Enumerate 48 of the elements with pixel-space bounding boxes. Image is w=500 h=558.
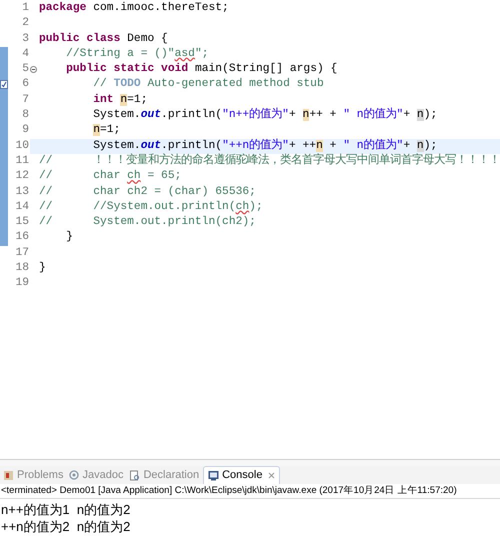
line-number: 4	[22, 46, 29, 62]
panel-tab[interactable]: Console	[203, 466, 280, 484]
line-number: 1	[22, 1, 29, 16]
line-number: 16	[15, 230, 29, 246]
console-output-line: n++的值为1 n的值为2	[1, 501, 132, 518]
code-line: }	[65, 231, 73, 244]
code-line: public static void main(String[] args) {	[65, 63, 338, 76]
line-number: 8	[22, 108, 29, 124]
panel-tab[interactable]: Problems	[1, 466, 66, 484]
code-line: System.out.println("n++的值为"+ n++ + " n的值为"+ n);	[92, 109, 438, 122]
console-status: <terminated> Demo01 [Java Application] C:\Work\Eclipse\jdk\bin\javaw.exe (2017年10月24日 上午11:57:20)	[1, 484, 457, 498]
close-icon[interactable]	[268, 472, 276, 479]
line-number: 18	[15, 261, 29, 276]
code-line: // char ch2 = (char) 65536;	[39, 186, 256, 198]
line-number: 6	[22, 77, 29, 92]
code-line: n=1;	[92, 124, 120, 136]
code-line: //String a = ()"asd";	[65, 48, 208, 60]
line-number: 13	[15, 184, 29, 200]
collapse-icon[interactable]	[30, 66, 37, 74]
code-line: }	[39, 262, 46, 274]
panel-tab[interactable]: Declaration	[127, 466, 202, 484]
line-number: 7	[22, 92, 29, 108]
panel-tab[interactable]: Javadoc	[67, 466, 126, 484]
line-number: 17	[15, 246, 29, 261]
line-number: 11	[15, 154, 29, 169]
code-line: int n=1;	[92, 94, 148, 106]
console-output-line: ++n的值为2 n的值为2	[1, 518, 132, 535]
line-number: 9	[22, 123, 29, 138]
monitor-icon	[208, 470, 220, 481]
code-line: // TODO Auto-generated method stub	[92, 78, 324, 90]
line-number: 15	[15, 215, 29, 230]
code-editor[interactable]	[0, 0, 500, 460]
code-line: System.out.println("++n的值为"+ ++n + " n的值为"+ n);	[92, 140, 438, 152]
document-icon	[129, 470, 140, 480]
line-number: 19	[15, 276, 29, 292]
code-line: package com.imooc.thereTest;	[39, 2, 229, 14]
code-line: public class Demo {	[39, 32, 168, 45]
code-line: // char ch = 65;	[39, 170, 182, 182]
code-line: // ！！！变量和方法的命名遵循驼峰法，类名首字母大写中间单词首字母大写！！！！	[39, 154, 500, 167]
line-number: 5	[22, 62, 29, 78]
line-number: 3	[22, 32, 29, 47]
problems-icon	[3, 470, 14, 480]
code-line: // System.out.println(ch2);	[39, 216, 256, 228]
line-number: 12	[15, 169, 29, 184]
code-line: // //System.out.println(ch);	[39, 200, 263, 213]
line-number: 14	[15, 200, 29, 215]
line-number: 2	[22, 16, 29, 32]
line-number: 10	[15, 138, 29, 154]
